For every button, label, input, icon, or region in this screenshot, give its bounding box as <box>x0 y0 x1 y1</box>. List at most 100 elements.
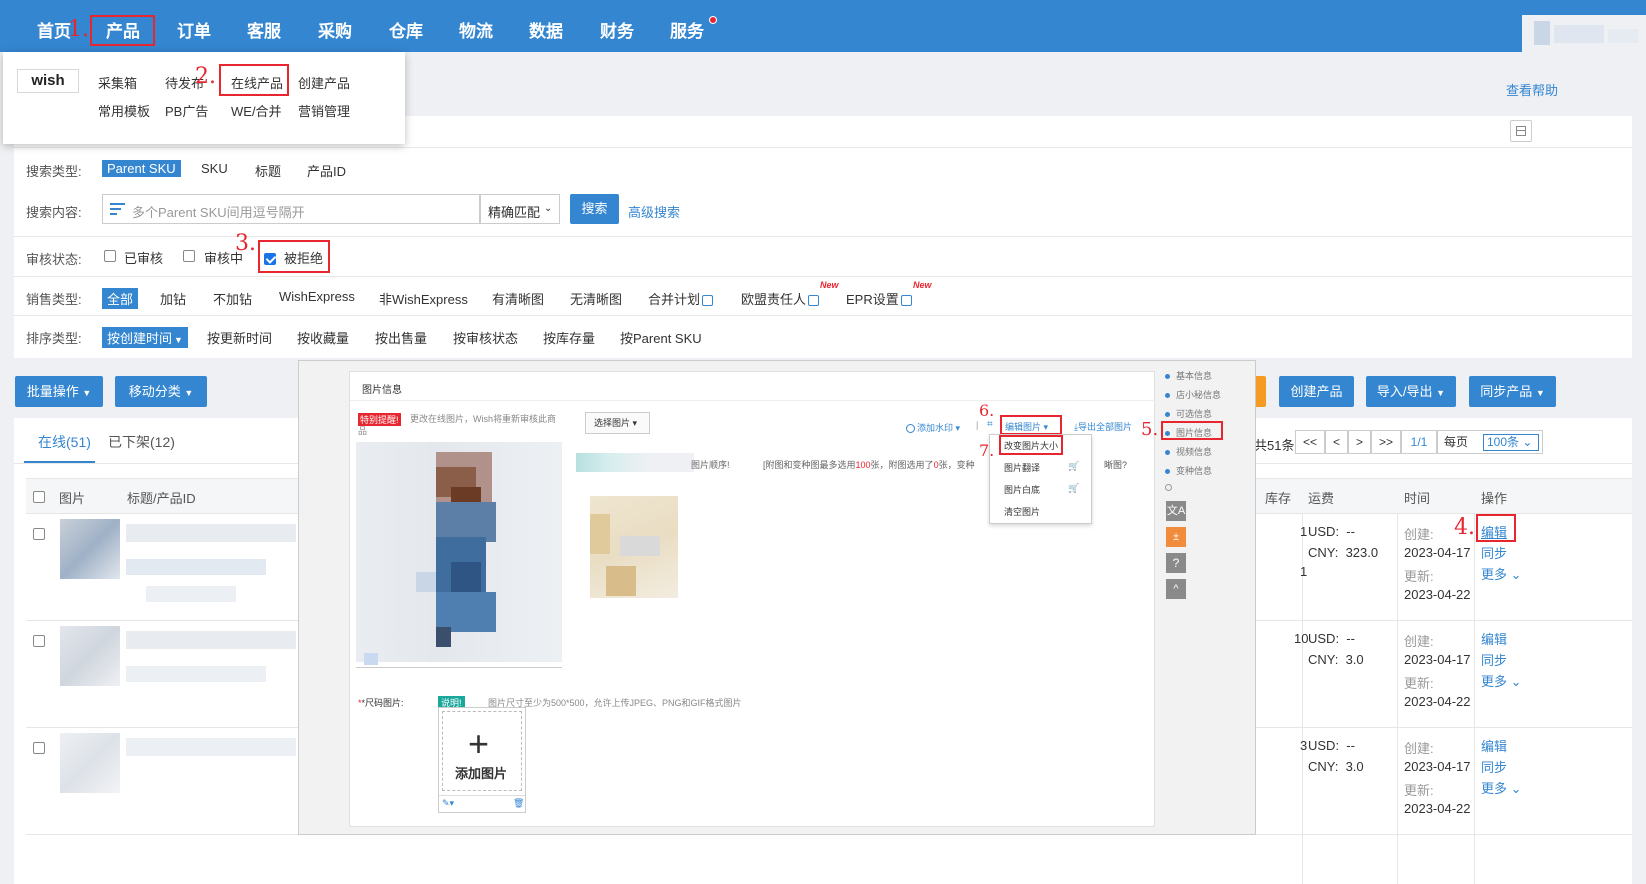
nav-purchase[interactable]: 采购 <box>318 0 352 52</box>
sync-link[interactable]: 同步 <box>1481 650 1507 669</box>
search-input[interactable]: 多个Parent SKU间用逗号隔开 <box>102 194 480 224</box>
user-area[interactable] <box>1522 15 1646 52</box>
edit-link[interactable]: 编辑 <box>1481 629 1507 648</box>
advanced-search-link[interactable]: 高级搜索 <box>628 202 680 221</box>
row-checkbox[interactable] <box>33 528 45 540</box>
match-select[interactable]: 精确匹配 ⌄ <box>480 194 560 224</box>
more-link[interactable]: 更多 ⌄ <box>1481 778 1522 797</box>
side-nav-images[interactable]: 图片信息 <box>1165 426 1212 439</box>
help-icon[interactable]: ? <box>1166 553 1186 573</box>
sales-no-diamond[interactable]: 不加钻 <box>213 289 252 308</box>
main-product-image[interactable] <box>356 442 562 662</box>
menu-online-products[interactable]: 在线产品 <box>231 73 283 92</box>
wish-logo[interactable]: wish <box>17 69 79 93</box>
tab-offline[interactable]: 已下架(12) <box>108 432 175 452</box>
sales-epr-settings[interactable]: EPR设置 <box>846 289 912 308</box>
sales-non-wishexpress[interactable]: 非WishExpress <box>379 289 468 308</box>
more-link[interactable]: 更多 ⌄ <box>1481 564 1522 583</box>
magic-wand-icon[interactable]: ✎▾ <box>442 798 454 809</box>
nav-warehouse[interactable]: 仓库 <box>389 0 423 52</box>
menu-marketing[interactable]: 营销管理 <box>298 101 350 120</box>
sort-by-favorites[interactable]: 按收藏量 <box>297 328 349 347</box>
nav-data[interactable]: 数据 <box>529 0 563 52</box>
side-nav-optional[interactable]: 可选信息 <box>1165 407 1212 420</box>
product-thumbnail[interactable] <box>60 626 120 686</box>
edit-link[interactable]: 编辑 <box>1481 522 1507 541</box>
search-type-sku[interactable]: SKU <box>201 161 228 176</box>
sales-no-clear-image[interactable]: 无清晰图 <box>570 289 622 308</box>
sort-by-review[interactable]: 按审核状态 <box>453 328 518 347</box>
search-type-product-id[interactable]: 产品ID <box>307 161 346 180</box>
nav-service[interactable]: 客服 <box>247 0 281 52</box>
nav-finance[interactable]: 财务 <box>600 0 634 52</box>
calculator-icon[interactable]: ± <box>1166 527 1186 547</box>
side-nav-video[interactable]: 视频信息 <box>1165 445 1212 458</box>
sort-by-updated[interactable]: 按更新时间 <box>207 328 272 347</box>
trash-icon[interactable]: 🗑 <box>513 798 524 809</box>
sort-by-created[interactable]: 按创建时间 ▼ <box>102 327 188 348</box>
first-page-button[interactable]: << <box>1295 430 1325 454</box>
menu-create-product[interactable]: 创建产品 <box>298 73 350 92</box>
search-button[interactable]: 搜索 <box>570 194 619 224</box>
collapse-icon[interactable] <box>1510 120 1532 142</box>
nav-product[interactable]: 产品 <box>106 0 140 52</box>
sales-diamond[interactable]: 加钻 <box>160 289 186 308</box>
edit-image-button[interactable]: 编辑图片 ▾ <box>1005 420 1048 433</box>
sync-products-button[interactable]: 同步产品 ▼ <box>1469 376 1556 407</box>
edit-link[interactable]: 编辑 <box>1481 736 1507 755</box>
search-type-parent-sku[interactable]: Parent SKU <box>102 160 181 177</box>
sales-all[interactable]: 全部 <box>102 288 139 309</box>
side-nav-basic[interactable]: 基本信息 <box>1165 369 1212 382</box>
import-export-button[interactable]: 导入/导出 ▼ <box>1366 376 1456 407</box>
batch-operations-button[interactable]: 批量操作 ▼ <box>15 376 103 407</box>
approved-checkbox[interactable] <box>104 250 116 262</box>
side-nav-dxm[interactable]: 店小秘信息 <box>1165 388 1221 401</box>
sync-link[interactable]: 同步 <box>1481 543 1507 562</box>
sort-by-parent-sku[interactable]: 按Parent SKU <box>620 328 702 347</box>
row-checkbox[interactable] <box>33 742 45 754</box>
move-category-button[interactable]: 移动分类 ▼ <box>115 376 207 407</box>
menu-pb-ads[interactable]: PB广告 <box>165 101 208 120</box>
add-image-box[interactable]: + 添加图片 ✎▾ 🗑 <box>438 707 526 813</box>
sales-clear-image[interactable]: 有清晰图 <box>492 289 544 308</box>
nav-orders[interactable]: 订单 <box>177 0 211 52</box>
menu-resize-image[interactable]: 改变图片大小 <box>1004 439 1058 452</box>
rejected-checkbox[interactable] <box>264 252 276 265</box>
menu-templates[interactable]: 常用模板 <box>98 101 150 120</box>
next-page-button[interactable]: > <box>1348 430 1371 454</box>
add-watermark-button[interactable]: 添加水印 ▾ <box>906 421 960 434</box>
search-type-title[interactable]: 标题 <box>255 161 281 180</box>
product-thumbnail[interactable] <box>60 733 120 793</box>
row-checkbox[interactable] <box>33 635 45 647</box>
sort-by-sales[interactable]: 按出售量 <box>375 328 427 347</box>
menu-we-merge[interactable]: WE/合并 <box>231 101 282 120</box>
scroll-top-icon[interactable]: ^ <box>1166 579 1186 599</box>
thumbnail-row[interactable] <box>576 453 694 472</box>
menu-white-background[interactable]: 图片白底 <box>1004 483 1040 496</box>
sync-link[interactable]: 同步 <box>1481 757 1507 776</box>
reviewing-checkbox[interactable] <box>183 250 195 262</box>
sales-merge-plan[interactable]: 合并计划 <box>648 289 714 308</box>
thumbnail-image[interactable] <box>590 496 678 598</box>
translate-icon[interactable]: 文A <box>1166 501 1186 521</box>
blur-image-link[interactable]: 晰图? <box>1104 458 1127 471</box>
page-size-select[interactable]: 100条 ⌄ <box>1483 434 1539 451</box>
select-image-button[interactable]: 选择图片 ▾ <box>585 412 650 434</box>
select-all-checkbox[interactable] <box>33 491 45 503</box>
sales-eu-responsible[interactable]: 欧盟责任人 <box>741 289 820 308</box>
prev-page-button[interactable]: < <box>1325 430 1348 454</box>
sort-by-stock[interactable]: 按库存量 <box>543 328 595 347</box>
export-all-images-button[interactable]: ⤓导出全部图片 <box>1074 420 1132 433</box>
menu-translate-image[interactable]: 图片翻译 <box>1004 461 1040 474</box>
menu-collection-box[interactable]: 采集箱 <box>98 73 137 92</box>
side-nav-variants[interactable]: 变种信息 <box>1165 464 1212 477</box>
product-thumbnail[interactable] <box>60 519 120 579</box>
create-product-button[interactable]: 创建产品 <box>1279 376 1354 407</box>
nav-logistics[interactable]: 物流 <box>459 0 493 52</box>
sales-wishexpress[interactable]: WishExpress <box>279 289 355 304</box>
more-link[interactable]: 更多 ⌄ <box>1481 671 1522 690</box>
help-link[interactable]: 查看帮助 <box>1506 80 1558 99</box>
nav-home[interactable]: 首页 <box>37 0 71 52</box>
nav-services[interactable]: 服务 <box>670 0 704 52</box>
tab-online[interactable]: 在线(51) <box>38 432 91 452</box>
